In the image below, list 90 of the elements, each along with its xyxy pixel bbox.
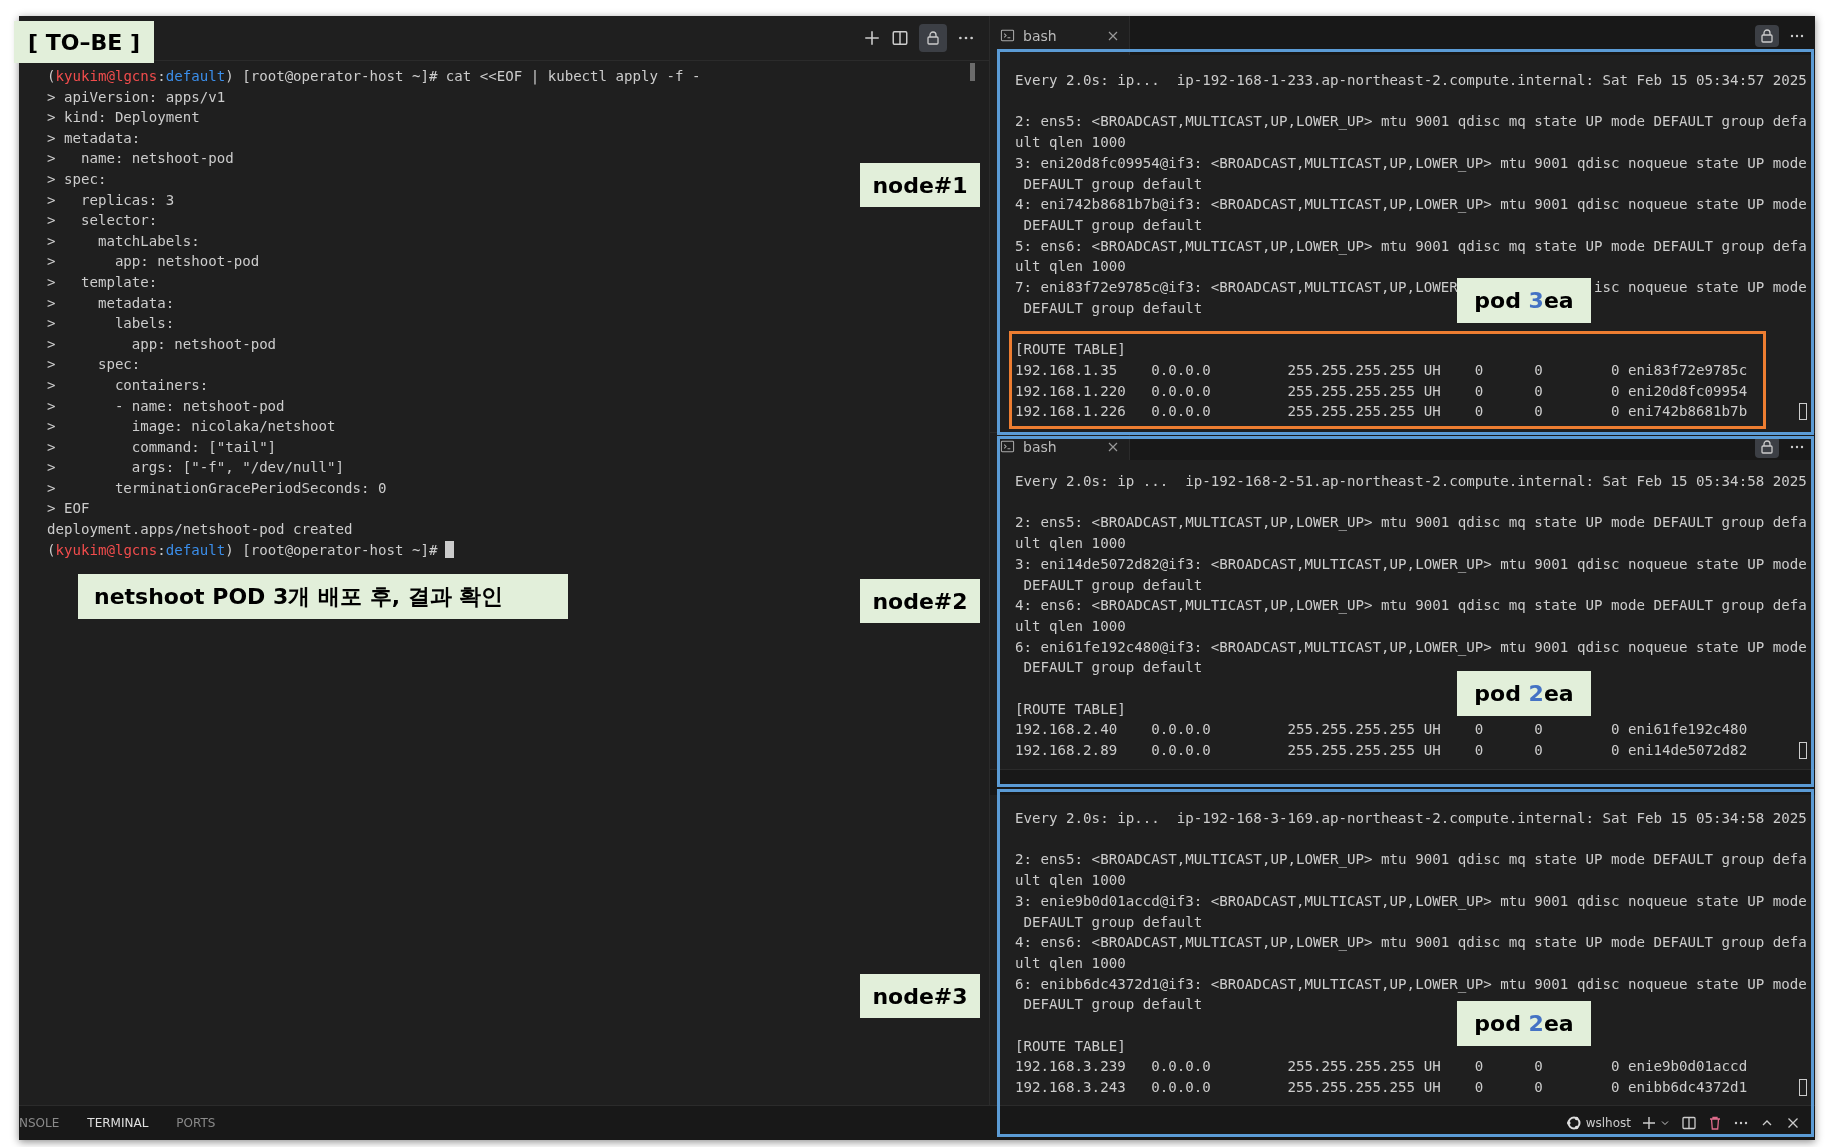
terminal-line: > - name: netshoot-pod [47,396,285,416]
terminal-line: DEFAULT group default [1022,912,1203,932]
annotation-label: pod 2ea [1457,1001,1591,1046]
terminal-line: > spec: [47,169,107,189]
terminal-line: > apiVersion: apps/v1 [47,87,226,107]
panel-tab[interactable]: PORTS [176,1116,216,1130]
terminal-line: [ROUTE TABLE] [1015,699,1126,719]
terminal-line: [ROUTE TABLE] [1015,1036,1126,1056]
lock-icon[interactable] [925,30,941,46]
terminal-icon [1000,28,1015,43]
terminal-line: DEFAULT group default [1022,658,1203,678]
annotation-label: [ TO–BE ] [14,21,154,63]
terminal-line: 6: enibb6dc4372d1@if3: <BROADCAST,MULTICAST,UP,LOWER_UP> mtu 9001 qdisc noqueue state UP mode [1015,974,1807,995]
terminal-line: > image: nicolaka/netshoot [47,417,336,437]
terminal-line: Every 2.0s: ip... ip-192-168-1-233.ap-northeast-2.compute.internal: Sat Feb 15 05:34:57 2025 [1015,71,1807,90]
terminal-line: 3: enie9b0d01accd@if3: <BROADCAST,MULTICAST,UP,LOWER_UP> mtu 9001 qdisc noqueue state UP mode [1015,891,1807,912]
terminal-line: ult qlen 1000 [1015,257,1126,277]
terminal-line: 192.168.1.35 0.0.0.0 255.255.255.255 UH 0 0 0 eni83f72e9785c [1015,360,1748,380]
annotation-label: node#1 [860,163,980,207]
terminal-line: ult qlen 1000 [1015,953,1126,973]
terminal-line: 2: ens5: <BROADCAST,MULTICAST,UP,LOWER_UP> mtu 9001 qdisc mq state UP mode DEFAULT group defa [1015,112,1807,132]
terminal-line: 7: eni83f72e9785c@if3: <BROADCAST,MULTICAST,UP,LOWER [1015,278,1458,297]
terminal-line: 192.168.3.239 0.0.0.0 255.255.255.255 UH 0 0 0 enie9b0d01accd [1015,1057,1748,1077]
shell-tab[interactable]: bash [990,16,1130,55]
split-icon[interactable] [1681,1115,1697,1131]
terminal-line: > metadata: [47,293,175,313]
close-icon[interactable] [1107,29,1119,42]
terminal-line: > EOF [47,499,90,519]
terminal-line: ult qlen 1000 [1015,871,1126,891]
terminal-line: > kind: Deployment [47,108,200,128]
terminal-line: [ROUTE TABLE] [1015,340,1126,360]
terminal-line: ult qlen 1000 [1015,616,1126,636]
terminal-line: > command: ["tail"] [47,437,277,457]
terminal-line: 192.168.3.243 0.0.0.0 255.255.255.255 UH 0 0 0 enibb6dc4372d1 [1015,1078,1748,1098]
terminal-line: 4: ens6: <BROADCAST,MULTICAST,UP,LOWER_UP> mtu 9001 qdisc mq state UP mode DEFAULT group defa [1015,596,1807,616]
terminal-line: > labels: [47,314,175,334]
terminal-line: ult qlen 1000 [1015,133,1126,153]
terminal-line: DEFAULT group default [1022,575,1203,595]
terminal-line: 192.168.2.89 0.0.0.0 255.255.255.255 UH 0 0 0 eni14de5072d82 [1015,741,1748,761]
scrollbar-thumb[interactable] [970,63,975,81]
terminal-line: 192.168.1.226 0.0.0.0 255.255.255.255 UH 0 0 0 eni742b8681b7b [1015,402,1748,422]
terminal-line: > args: ["-f", "/dev/null"] [47,458,344,478]
terminal-line: 5: ens6: <BROADCAST,MULTICAST,UP,LOWER_UP> mtu 9001 qdisc mq state UP mode DEFAULT group defa [1015,236,1807,257]
terminal-line: Every 2.0s: ip... ip-192-168-3-169.ap-northeast-2.compute.internal: Sat Feb 15 05:34:58 2025 [1015,809,1807,828]
terminal-line: 192.168.1.220 0.0.0.0 255.255.255.255 UH 0 0 0 eni20d8fc09954 [1015,381,1748,401]
panel-tab[interactable]: NSOLE [19,1116,60,1130]
terminal-line: 6: eni61fe192c480@if3: <BROADCAST,MULTICAST,UP,LOWER_UP> mtu 9001 qdisc noqueue state UP mode [1015,637,1807,658]
terminal-line: > containers: [47,375,209,395]
trash-icon[interactable] [1707,1115,1723,1131]
terminal-line: > replicas: 3 [47,190,175,210]
annotation-label: pod 3ea [1457,278,1591,323]
terminal-line: 4: ens6: <BROADCAST,MULTICAST,UP,LOWER_UP> mtu 9001 qdisc mq state UP mode DEFAULT group defa [1015,933,1807,953]
terminal-line: DEFAULT group default [1022,174,1203,194]
terminal-line: 2: ens5: <BROADCAST,MULTICAST,UP,LOWER_UP> mtu 9001 qdisc mq state UP mode DEFAULT group defa [1015,513,1807,533]
annotation-label: pod 2ea [1457,671,1591,716]
prompt-line: (kyukim@lgcns:default) [root@operator-host ~]# [47,539,455,561]
prompt-line: (kyukim@lgcns:default) [root@operator-host ~]# cat <<EOF | kubectl apply -f - [47,67,701,87]
terminal-line: isc noqueue state UP mode [1593,278,1807,297]
profile-label[interactable]: wslhost [1585,1116,1631,1130]
terminal-icon [1000,439,1015,454]
plus-icon[interactable] [1641,1115,1657,1131]
split-icon[interactable] [891,29,909,47]
terminal-line: ult qlen 1000 [1015,534,1126,554]
terminal-line: > name: netshoot-pod [47,149,234,169]
terminal-line: 3: eni14de5072d82@if3: <BROADCAST,MULTICAST,UP,LOWER_UP> mtu 9001 qdisc noqueue state UP mode [1015,554,1807,575]
terminal-line: deployment.apps/netshoot-pod created [47,520,353,540]
lock-button[interactable] [919,24,947,52]
terminal-line: 192.168.2.40 0.0.0.0 255.255.255.255 UH 0 0 0 eni61fe192c480 [1015,720,1748,740]
terminal-line: 3: eni20d8fc09954@if3: <BROADCAST,MULTICAST,UP,LOWER_UP> mtu 9001 qdisc noqueue state UP mode [1015,153,1807,174]
terminal-line: > metadata: [47,128,141,148]
terminal-line: DEFAULT group default [1022,298,1203,318]
profile-icon[interactable] [1565,1115,1582,1131]
annotation-label: node#2 [860,579,980,623]
panel-tab[interactable]: TERMINAL [87,1116,149,1130]
terminal-line: > matchLabels: [47,231,200,251]
terminal-line: > selector: [47,211,158,231]
terminal-line: > app: netshoot-pod [47,252,260,272]
terminal-line: DEFAULT group default [1022,995,1203,1015]
terminal-line: Every 2.0s: ip ... ip-192-168-2-51.ap-northeast-2.compute.internal: Sat Feb 15 05:34:58 2025 [1015,472,1807,491]
terminal-line: > spec: [47,355,141,375]
terminal-line: 4: eni742b8681b7b@if3: <BROADCAST,MULTICAST,UP,LOWER_UP> mtu 9001 qdisc noqueue state UP mode [1015,195,1807,215]
annotation-label: node#3 [860,974,980,1018]
close-icon[interactable] [1107,440,1119,453]
terminal-line: 2: ens5: <BROADCAST,MULTICAST,UP,LOWER_UP> mtu 9001 qdisc mq state UP mode DEFAULT group defa [1015,850,1807,870]
plus-icon[interactable] [863,29,881,47]
terminal-line: > terminationGracePeriodSeconds: 0 [47,478,387,498]
terminal-line: > app: netshoot-pod [47,334,277,354]
terminal-line: > template: [47,272,158,292]
annotation-label: netshoot POD 3개 배포 후, 결과 확인 [78,574,568,619]
terminal-line: DEFAULT group default [1022,215,1203,235]
